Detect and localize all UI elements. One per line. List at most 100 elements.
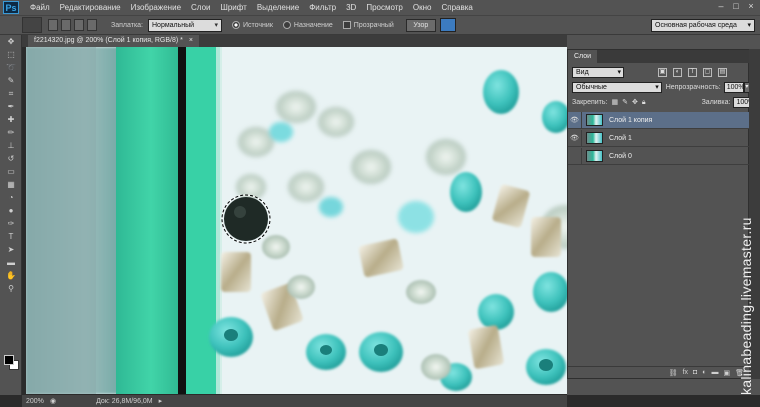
pen-tool-icon[interactable]: ✑	[3, 218, 19, 230]
transparent-label: Прозрачный	[353, 21, 394, 29]
status-menu-icon[interactable]: ◉	[50, 397, 56, 405]
patch-tool-icon[interactable]: ✚	[3, 114, 19, 126]
menu-image[interactable]: Изображение	[126, 3, 186, 12]
photoshop-logo: Ps	[3, 1, 19, 14]
menu-view[interactable]: Просмотр	[361, 3, 408, 12]
pattern-picker[interactable]	[439, 18, 456, 32]
patch-mode-select[interactable]: Нормальный	[148, 18, 222, 32]
path-select-tool-icon[interactable]: ➤	[3, 244, 19, 256]
shape-filter-icon[interactable]: ▢	[703, 68, 712, 77]
selection-subtract-icon[interactable]	[74, 19, 84, 31]
document-canvas[interactable]	[26, 47, 567, 394]
lasso-tool-icon[interactable]: ➰	[3, 62, 19, 74]
menu-filter[interactable]: Фильтр	[304, 3, 341, 12]
shape-tool-icon[interactable]: ▬	[3, 257, 19, 269]
blur-tool-icon[interactable]: ◔	[3, 192, 19, 204]
stamp-tool-icon[interactable]: ⊥	[3, 140, 19, 152]
menu-file[interactable]: Файл	[25, 3, 55, 12]
gradient-tool-icon[interactable]: ▦	[3, 179, 19, 191]
new-group-icon[interactable]: ▬	[711, 369, 718, 376]
layer-name: Слой 1	[609, 134, 632, 142]
add-mask-icon[interactable]: ◘	[693, 369, 697, 376]
use-pattern-button[interactable]: Узор	[405, 18, 436, 32]
dodge-tool-icon[interactable]: ●	[3, 205, 19, 217]
layers-tab[interactable]: Слои	[568, 50, 598, 63]
opacity-label: Непрозрачность:	[665, 84, 721, 91]
crop-tool-icon[interactable]: ⌗	[3, 88, 19, 100]
lock-pixels-icon[interactable]: ✎	[622, 99, 628, 107]
menu-3d[interactable]: 3D	[341, 3, 361, 12]
marquee-tool-icon[interactable]: ⬚	[3, 49, 19, 61]
selection-new-icon[interactable]	[48, 19, 58, 31]
status-arrow-icon[interactable]: ▸	[159, 397, 163, 405]
selection-intersect-icon[interactable]	[87, 19, 97, 31]
status-bar: 200% ◉ Док: 26,8M/96,0M ▸	[22, 395, 567, 407]
lock-label: Закрепить:	[572, 99, 608, 106]
eye-icon[interactable]: 👁︎	[568, 129, 582, 147]
photo-beads	[26, 47, 567, 394]
menu-window[interactable]: Окно	[408, 3, 437, 12]
blend-mode-select[interactable]: Обычные	[572, 82, 662, 93]
move-tool-icon[interactable]: ✥	[3, 36, 19, 48]
zoom-tool-icon[interactable]: ⚲	[3, 283, 19, 295]
layer-row[interactable]: Слой 0	[568, 147, 750, 165]
layer-row[interactable]: 👁︎ Слой 1	[568, 129, 750, 147]
source-label: Источник	[243, 21, 273, 29]
opacity-input[interactable]: 100%	[723, 82, 745, 93]
layers-footer: ⛓ fx ◘ ◐ ▬ ▣ 🗑︎	[568, 366, 750, 378]
type-tool-icon[interactable]: T	[3, 231, 19, 243]
kind-filter-select[interactable]: Вид	[572, 67, 624, 78]
close-icon[interactable]: ×	[746, 2, 756, 12]
menu-select[interactable]: Выделение	[252, 3, 304, 12]
destination-label: Назначение	[293, 21, 333, 29]
lock-transparency-icon[interactable]: ▦	[611, 99, 618, 107]
eye-hidden-icon[interactable]	[568, 147, 582, 165]
layer-name: Слой 0	[609, 152, 632, 160]
layer-thumbnail	[586, 132, 603, 144]
layers-tab-bar: Слои	[568, 50, 750, 63]
selection-add-icon[interactable]	[61, 19, 71, 31]
smart-filter-icon[interactable]: ▤	[718, 68, 727, 77]
pixel-filter-icon[interactable]: ▣	[658, 68, 667, 77]
eraser-tool-icon[interactable]: ▭	[3, 166, 19, 178]
window-controls: – □ ×	[716, 2, 756, 12]
maximize-icon[interactable]: □	[731, 2, 741, 12]
document-tab-bar: f2214320.jpg @ 200% (Слой 1 копия, RGB/8…	[22, 35, 567, 47]
quick-select-tool-icon[interactable]: ✎	[3, 75, 19, 87]
foreground-color-swatch[interactable]	[4, 355, 14, 365]
new-layer-icon[interactable]: ▣	[723, 369, 730, 377]
layer-filter-row: Вид ▣ ◐ T ▢ ▤	[568, 67, 750, 78]
doc-size-info: Док: 26,8M/96,0M	[96, 397, 153, 405]
workspace-select[interactable]: Основная рабочая среда	[651, 19, 755, 32]
document-tab[interactable]: f2214320.jpg @ 200% (Слой 1 копия, RGB/8…	[28, 35, 199, 47]
options-bar: Заплатка: Нормальный Источник Назначение…	[0, 15, 760, 35]
minimize-icon[interactable]: –	[716, 2, 726, 12]
source-radio[interactable]	[232, 21, 240, 29]
transparent-checkbox[interactable]	[342, 21, 351, 29]
menu-edit[interactable]: Редактирование	[55, 3, 126, 12]
menu-type[interactable]: Шрифт	[215, 3, 251, 12]
layer-style-icon[interactable]: fx	[683, 369, 688, 376]
history-brush-icon[interactable]: ↺	[3, 153, 19, 165]
layer-name: Слой 1 копия	[609, 116, 653, 124]
adjustment-layer-icon[interactable]: ◐	[702, 369, 706, 376]
menu-help[interactable]: Справка	[436, 3, 477, 12]
link-layers-icon[interactable]: ⛓	[669, 369, 678, 377]
lock-all-icon[interactable]: 🔒︎	[642, 99, 646, 107]
type-filter-icon[interactable]: T	[688, 68, 697, 77]
blend-row: Обычные Непрозрачность: 100% ▾	[568, 82, 750, 93]
adjustment-filter-icon[interactable]: ◐	[673, 68, 682, 77]
brush-tool-icon[interactable]: ✏	[3, 127, 19, 139]
eye-icon[interactable]: 👁︎	[568, 111, 582, 129]
tool-preset-picker[interactable]	[22, 17, 42, 33]
lock-position-icon[interactable]: ✥	[632, 99, 638, 107]
hand-tool-icon[interactable]: ✋	[3, 270, 19, 282]
close-tab-icon[interactable]: ×	[189, 37, 193, 44]
destination-radio[interactable]	[282, 21, 291, 29]
zoom-level[interactable]: 200%	[22, 398, 50, 405]
eyedropper-tool-icon[interactable]: ✒	[3, 101, 19, 113]
lock-row: Закрепить: ▦ ✎ ✥ 🔒︎ Заливка: 100% ▾	[568, 97, 759, 108]
watermark-text: kalinabeading.livemaster.ru	[738, 217, 754, 395]
menu-layers[interactable]: Слои	[186, 3, 215, 12]
layer-row[interactable]: 👁︎ Слой 1 копия	[568, 111, 750, 129]
